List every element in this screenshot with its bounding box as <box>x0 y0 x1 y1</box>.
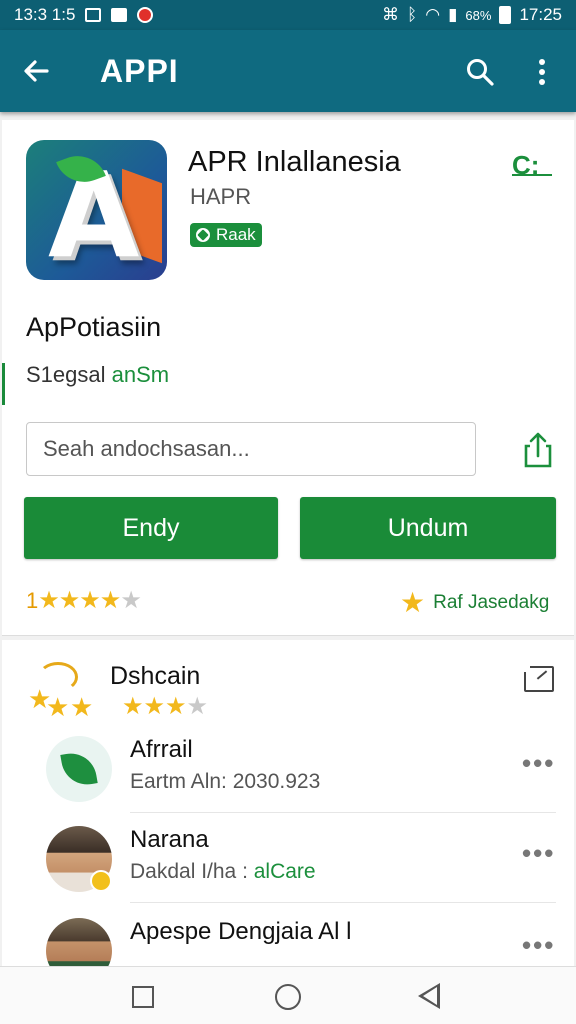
more-options-button[interactable] <box>522 50 562 94</box>
search-icon <box>467 59 494 86</box>
wifi-icon: ◠ <box>425 5 441 24</box>
rate-link-label: Raf Jasedakg <box>433 591 550 613</box>
more-vert-icon <box>539 59 545 85</box>
star-icon: ★ <box>79 587 100 614</box>
rating-stars: ★★★★★ <box>38 586 142 615</box>
nfc-icon: ⌘ <box>382 5 400 24</box>
item-name: Apespe Dengjaia Al l <box>130 918 352 945</box>
image-notification-icon <box>85 8 102 22</box>
star-icon: ★ <box>70 692 94 722</box>
star-icon: ★ <box>46 692 70 722</box>
back-button[interactable] <box>0 30 72 112</box>
divider <box>130 902 556 903</box>
subtitle-prefix: S1egsal <box>26 362 106 387</box>
app-badge: Raak <box>190 223 262 247</box>
search-input[interactable] <box>26 422 476 476</box>
item-name: Afrrail <box>130 736 193 763</box>
avatar <box>46 736 112 802</box>
star-icon: ★ <box>400 587 426 618</box>
recent-apps-button[interactable] <box>132 986 154 1008</box>
section-subtitle: S1egsal anSm <box>26 362 169 388</box>
subtitle-green: anSm <box>111 362 170 387</box>
app-bar: APPI <box>0 30 576 112</box>
star-icon: ★ <box>58 587 80 614</box>
open-external-icon[interactable] <box>522 664 554 692</box>
divider <box>130 812 556 813</box>
star-icon: ★ <box>143 693 166 720</box>
badge-label: Raak <box>216 225 256 244</box>
reviews-card: ★ ★ ★ Dshcain ★★★★ Afrrail Eartm Aln: 20… <box>2 640 574 984</box>
system-nav-bar <box>0 966 576 1024</box>
status-time-left: 13:3 1:5 <box>14 5 76 24</box>
app-corner-button[interactable]: C: <box>512 150 558 180</box>
reviews-title: Dshcain <box>110 662 201 690</box>
badge-icon <box>196 228 210 242</box>
app-detail-card: A APR Inlallanesia HAPR Raak C: ApPotias… <box>2 120 574 636</box>
item-meta: Eartm Aln: 2030.923 <box>130 770 320 794</box>
search-button[interactable] <box>458 50 502 94</box>
primary-left-button[interactable]: Endy <box>24 497 278 559</box>
corner-underline <box>512 174 552 176</box>
star-empty-icon: ★ <box>186 693 209 720</box>
star-icon: ★ <box>99 587 121 614</box>
item-meta-green: alCare <box>253 860 316 883</box>
primary-right-button[interactable]: Undum <box>300 497 556 559</box>
reviews-header: ★ ★ ★ Dshcain ★★★★ <box>26 658 556 722</box>
reviews-stars-decoration: ★ ★ ★ <box>28 662 108 722</box>
rating-summary: 1 ★★★★★ <box>26 586 142 615</box>
list-item[interactable]: Narana Dakdal I/ha : alCare ••• <box>46 826 556 916</box>
star-icon: ★ <box>165 693 187 720</box>
record-notification-icon <box>137 7 154 23</box>
left-accent-bar <box>2 363 5 405</box>
app-logo: A <box>26 140 167 280</box>
verified-badge-icon <box>90 870 112 892</box>
page-title: APPI <box>100 52 179 89</box>
arrow-left-icon <box>24 60 49 82</box>
battery-percent: 68% <box>465 7 492 23</box>
share-icon <box>524 432 552 468</box>
rating-value: 1 <box>26 587 39 613</box>
section-title: ApPotiasiin <box>26 312 162 342</box>
item-name: Narana <box>130 826 209 853</box>
status-time: 17:25 <box>519 5 562 24</box>
signal-icon: ▮ <box>448 5 458 24</box>
rate-link[interactable]: ★ Raf Jasedakg <box>400 586 549 619</box>
star-icon: ★ <box>38 587 59 614</box>
star-icon: ★ <box>122 693 144 720</box>
item-more-button[interactable]: ••• <box>522 748 555 779</box>
bluetooth-icon: ᛒ <box>407 5 418 24</box>
nav-back-button[interactable] <box>418 983 440 1009</box>
home-button[interactable] <box>275 984 301 1010</box>
message-notification-icon <box>111 8 128 22</box>
star-empty-icon: ★ <box>120 587 141 614</box>
item-more-button[interactable]: ••• <box>522 838 555 869</box>
item-meta-text: Eartm Aln: 2030.923 <box>130 770 321 793</box>
status-bar: 13:3 1:5 ⌘ ᛒ ◠ ▮ 68% 17:25 <box>0 0 576 30</box>
app-name: APR Inlallanesia <box>188 146 401 178</box>
reviews-stars: ★★★★ <box>122 692 208 721</box>
share-button[interactable] <box>520 430 556 470</box>
list-item[interactable]: Afrrail Eartm Aln: 2030.923 ••• <box>46 736 556 826</box>
battery-icon <box>499 6 512 24</box>
app-developer[interactable]: HAPR <box>190 184 251 210</box>
item-meta: Dakdal I/ha : alCare <box>130 860 316 884</box>
item-meta-text: Dakdal I/ha : <box>130 860 254 883</box>
item-more-button[interactable]: ••• <box>522 930 555 961</box>
leaf-icon <box>60 749 98 789</box>
